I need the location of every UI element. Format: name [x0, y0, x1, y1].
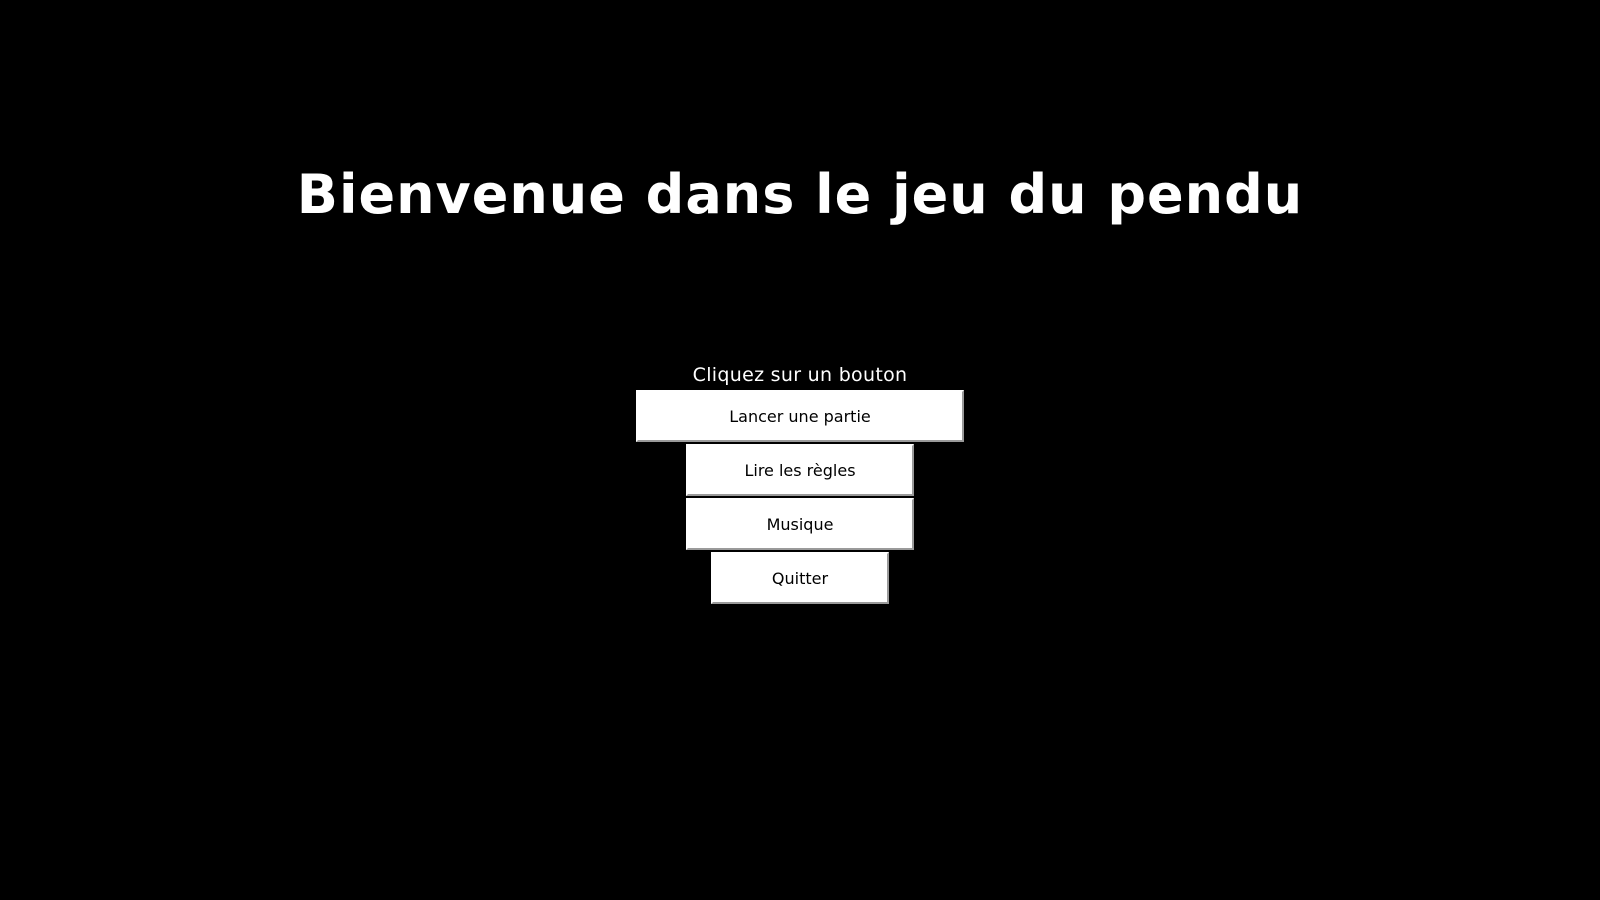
menu-prompt: Cliquez sur un bouton [692, 364, 908, 386]
start-game-button[interactable]: Lancer une partie [636, 390, 964, 442]
music-button[interactable]: Musique [686, 498, 914, 550]
game-title: Bienvenue dans le jeu du pendu [296, 163, 1304, 226]
start-game-label: Lancer une partie [729, 406, 871, 426]
music-label: Musique [766, 514, 834, 534]
quit-label: Quitter [771, 568, 829, 588]
read-rules-label: Lire les règles [744, 460, 856, 480]
quit-button[interactable]: Quitter [711, 552, 889, 604]
read-rules-button[interactable]: Lire les règles [686, 444, 914, 496]
main-menu-screen: Bienvenue dans le jeu du pendu Cliquez s… [0, 0, 1600, 900]
